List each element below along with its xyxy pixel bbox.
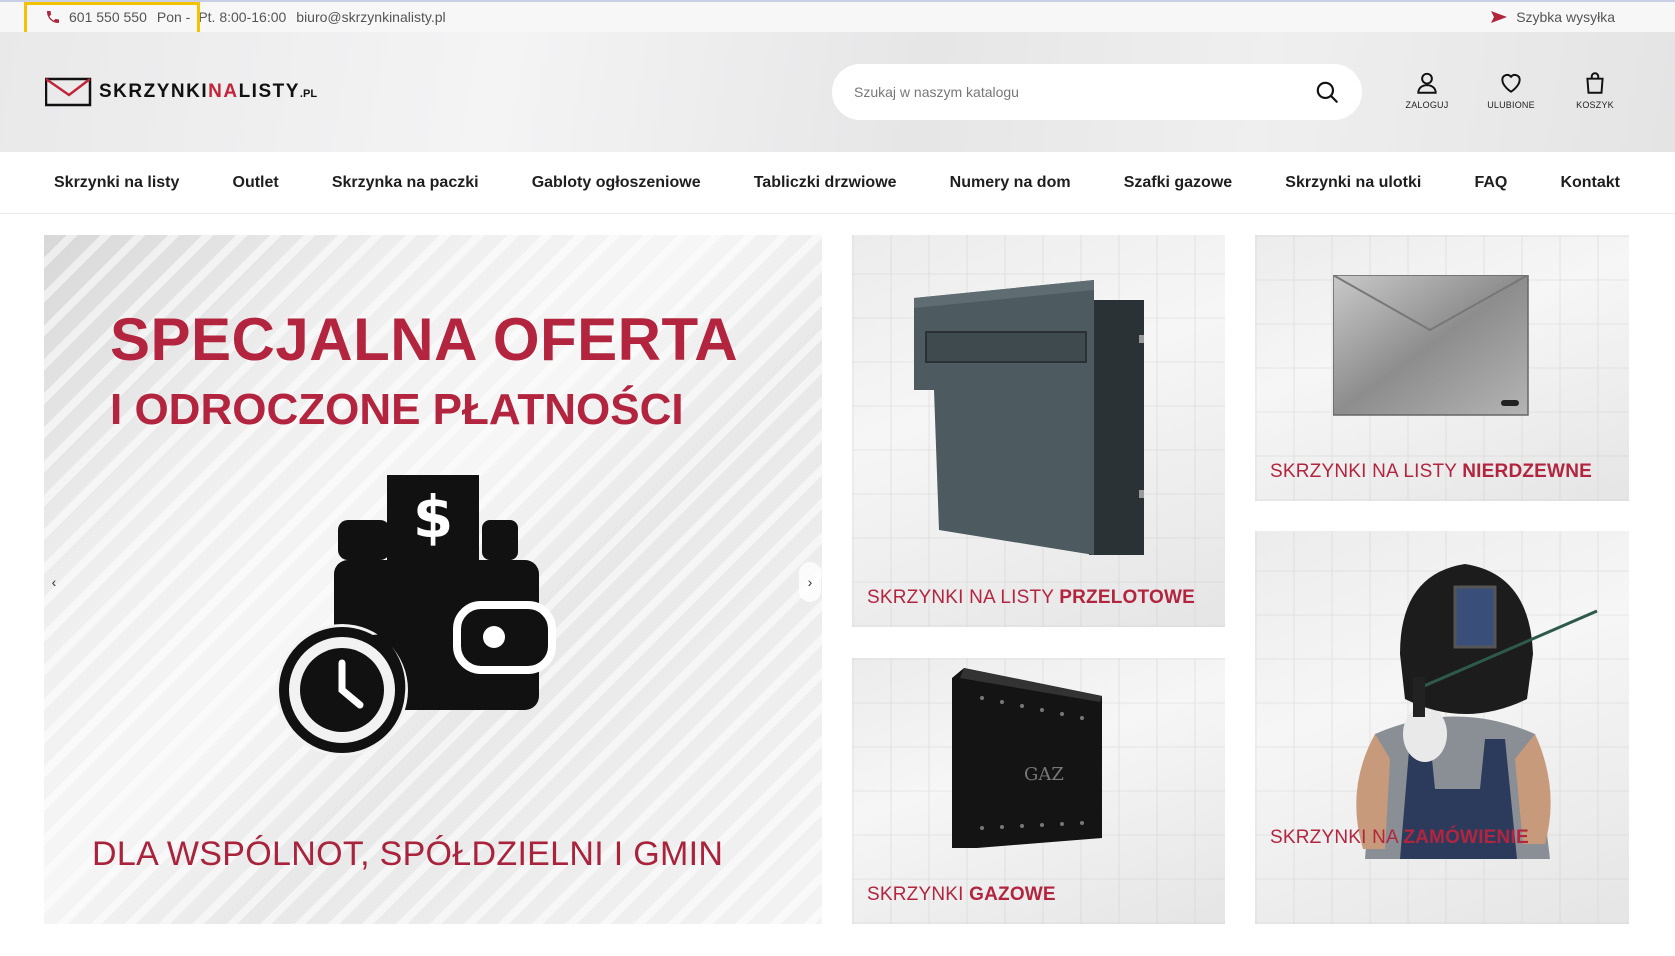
nav-item-gabloty[interactable]: Gabloty ogłoszeniowe <box>532 174 701 192</box>
hero-subheadline: I ODROCZONE PŁATNOŚCI <box>110 385 684 434</box>
mailbox-through-wall-image <box>914 280 1144 555</box>
hours-time: Pt. 8:00-16:00 <box>198 9 287 25</box>
nav-item-kontakt[interactable]: Kontakt <box>1560 174 1620 192</box>
favorites-button[interactable]: ULUBIONE <box>1469 70 1553 110</box>
main-nav: Skrzynki na listy Outlet Skrzynka na pac… <box>0 152 1675 214</box>
search-input[interactable] <box>854 84 1314 100</box>
tile-caption: SKRZYNKI NA LISTY PRZELOTOWE <box>867 587 1195 608</box>
nav-item-szafki-gazowe[interactable]: Szafki gazowe <box>1124 174 1232 192</box>
login-button[interactable]: ZALOGUJ <box>1385 70 1469 110</box>
welder-image <box>1356 564 1598 859</box>
gas-label: GAZ <box>1024 764 1064 785</box>
tile-caption: SKRZYNKI NA LISTY NIERDZEWNE <box>1270 461 1592 482</box>
category-tile-nierdzewne[interactable]: SKRZYNKI NA LISTY NIERDZEWNE <box>1255 235 1629 501</box>
shipping-label: Szybka wysyłka <box>1516 9 1615 25</box>
svg-text:$: $ <box>413 483 453 551</box>
hero-bottom-text: DLA WSPÓLNOT, SPÓŁDZIELNI I GMIN <box>92 835 724 873</box>
nav-item-skrzynki-na-listy[interactable]: Skrzynki na listy <box>54 174 179 192</box>
nav-item-skrzynka-na-paczki[interactable]: Skrzynka na paczki <box>332 174 479 192</box>
favorites-label: ULUBIONE <box>1487 100 1535 110</box>
stainless-mailbox-image <box>1333 275 1529 416</box>
nav-item-numery[interactable]: Numery na dom <box>950 174 1071 192</box>
tile-caption: SKRZYNKI GAZOWE <box>867 884 1056 905</box>
hero-headline: SPECJALNA OFERTA <box>110 306 739 373</box>
nav-item-skrzynki-na-ulotki[interactable]: Skrzynki na ulotki <box>1285 174 1421 192</box>
heart-icon <box>1501 73 1521 93</box>
top-bar: 601 550 550 Pon - Pt. 8:00-16:00 biuro@s… <box>0 0 1675 32</box>
wallet-clock-icon: $ <box>276 475 556 756</box>
gas-cabinet-image: GAZ <box>952 668 1102 848</box>
contact-info: 601 550 550 Pon - Pt. 8:00-16:00 biuro@s… <box>45 9 446 25</box>
nav-item-outlet[interactable]: Outlet <box>233 174 279 192</box>
tile-caption: SKRZYNKI NA ZAMÓWIENIE <box>1270 827 1529 848</box>
nav-item-faq[interactable]: FAQ <box>1474 174 1507 192</box>
search-icon[interactable] <box>1314 79 1340 105</box>
phone-icon <box>47 11 59 23</box>
header-actions: ZALOGUJ ULUBIONE KOSZYK <box>1385 70 1637 110</box>
category-tile-gazowe[interactable]: GAZ SKRZYNKI GAZOWE <box>852 658 1225 924</box>
phone-number[interactable]: 601 550 550 <box>69 9 147 25</box>
logo[interactable]: SKRZYNKINALISTY.PL <box>45 77 317 107</box>
email-link[interactable]: biuro@skrzynkinalisty.pl <box>296 9 445 25</box>
shipping-info: Szybka wysyłka <box>1490 9 1615 25</box>
slider-prev-arrow[interactable]: ‹ <box>43 562 65 602</box>
header: SKRZYNKINALISTY.PL ZALOGUJ ULUBIONE KOSZ… <box>0 32 1675 152</box>
search-bar <box>832 64 1362 120</box>
slider-next-arrow[interactable]: › <box>799 562 821 602</box>
hero-slider[interactable]: SPECJALNA OFERTA I ODROCZONE PŁATNOŚCI $… <box>44 235 822 924</box>
send-icon <box>1491 11 1508 23</box>
cart-button[interactable]: KOSZYK <box>1553 70 1637 110</box>
category-tile-zamowienie[interactable]: SKRZYNKI NA ZAMÓWIENIE <box>1255 531 1629 924</box>
category-tile-przelotowe[interactable]: SKRZYNKI NA LISTY PRZELOTOWE <box>852 235 1225 627</box>
cart-label: KOSZYK <box>1576 100 1614 110</box>
bag-icon <box>1586 72 1604 94</box>
user-icon <box>1417 72 1437 94</box>
nav-item-tabliczki[interactable]: Tabliczki drzwiowe <box>754 174 897 192</box>
logo-text: SKRZYNKINALISTY.PL <box>99 81 318 102</box>
login-label: ZALOGUJ <box>1405 100 1449 110</box>
envelope-logo-icon <box>45 77 92 107</box>
hours-day: Pon - <box>156 9 191 25</box>
